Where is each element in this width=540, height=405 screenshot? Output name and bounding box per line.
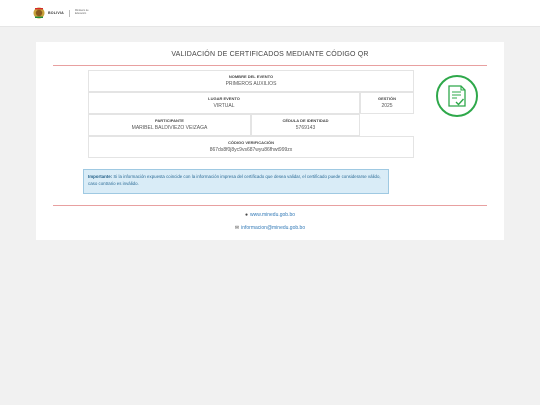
id-card-value: 5769143 (295, 125, 316, 131)
logo-divider (68, 9, 70, 17)
alert-strong: Importante: (88, 174, 113, 179)
validation-card: VALIDACIÓN DE CERTIFICADOS MEDIANTE CÓDI… (36, 42, 504, 240)
event-name-value: PRIMEROS AUXILIOS (225, 81, 277, 87)
top-bar: BOLIVIA Ministerio de Educación (0, 0, 540, 27)
globe-icon: ● (244, 212, 248, 218)
page-title: VALIDACIÓN DE CERTIFICADOS MEDIANTE CÓDI… (171, 51, 369, 58)
envelope-icon: ✉ (234, 225, 240, 231)
logo-subtitle: Ministerio de Educación (74, 9, 89, 15)
verification-code-cell: CÓDIGO VERIFICACIÓN 867ds8f0j8yc9vs687wy… (88, 136, 414, 158)
ministry-logo[interactable]: BOLIVIA Ministerio de Educación (33, 6, 91, 20)
email-row: ✉ informacion@minedu.gob.bo (36, 225, 504, 231)
participant-cell: PARTICIPANTE MARIBEL BALDIVIEZO VEIZAGA (88, 114, 251, 136)
verification-code-value: 867ds8f0j8yc9vs687wyu86fhwt999zx (209, 147, 293, 153)
gestion-label: GESTIÓN (377, 96, 396, 101)
event-place-label: LUGAR EVENTO (208, 96, 240, 101)
participant-label: PARTICIPANTE (155, 118, 184, 123)
bolivia-seal-icon (33, 7, 45, 19)
certificate-check-icon (436, 75, 478, 117)
website-row: ● www.minedu.gob.bo (36, 212, 504, 218)
email-link[interactable]: informacion@minedu.gob.bo (241, 225, 305, 231)
event-place-cell: LUGAR EVENTO VIRTUAL (88, 92, 360, 114)
gestion-cell: GESTIÓN 2025 (360, 92, 414, 114)
event-name-label: NOMBRE DEL EVENTO (228, 74, 274, 79)
event-name-cell: NOMBRE DEL EVENTO PRIMEROS AUXILIOS (88, 70, 414, 92)
id-card-label: CÉDULA DE IDENTIDAD (282, 118, 329, 123)
verification-code-label: CÓDIGO VERIFICACIÓN (227, 140, 274, 145)
participant-value: MARIBEL BALDIVIEZO VEIZAGA (131, 125, 208, 131)
gestion-value: 2025 (381, 103, 393, 109)
website-link[interactable]: www.minedu.gob.bo (250, 212, 295, 218)
title-divider (53, 65, 487, 66)
event-place-value: VIRTUAL (213, 103, 235, 109)
logo-title: BOLIVIA (48, 11, 64, 15)
footer-divider (53, 205, 487, 206)
important-alert: Importante: Si la información expuesta c… (83, 169, 389, 194)
alert-text: Si la información expuesta coincide con … (88, 174, 381, 186)
id-card-cell: CÉDULA DE IDENTIDAD 5769143 (251, 114, 360, 136)
